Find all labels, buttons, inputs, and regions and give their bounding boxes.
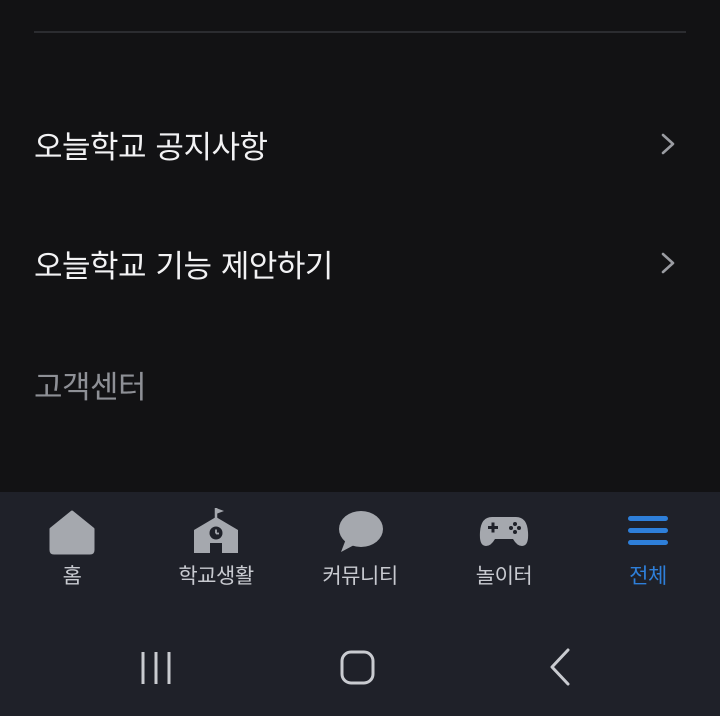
back-icon[interactable] bbox=[530, 646, 590, 690]
tab-playground[interactable]: 놀이터 bbox=[432, 506, 576, 596]
tab-label: 커뮤니티 bbox=[322, 564, 398, 588]
gamepad-icon bbox=[479, 517, 529, 546]
menu-item-notices[interactable]: 오늘학교 공지사항 bbox=[0, 104, 720, 184]
tab-label: 놀이터 bbox=[475, 564, 533, 588]
settings-screen: 오늘학교 공지사항 오늘학교 기능 제안하기 고객센터 홈 학교생활 커뮤니티 … bbox=[0, 0, 720, 716]
school-icon bbox=[194, 508, 238, 553]
tab-school-life[interactable]: 학교생활 bbox=[144, 506, 288, 596]
bottom-tab-bar: 홈 학교생활 커뮤니티 놀이터 전체 bbox=[0, 492, 720, 616]
menu-item-label: 오늘학교 기능 제안하기 bbox=[34, 248, 333, 285]
home-circle-icon[interactable] bbox=[328, 646, 388, 690]
tab-community[interactable]: 커뮤니티 bbox=[288, 506, 432, 596]
recents-icon[interactable] bbox=[126, 646, 186, 690]
chevron-right-icon bbox=[661, 133, 675, 155]
tab-label: 홈 bbox=[62, 564, 82, 588]
tab-label: 전체 bbox=[629, 564, 667, 588]
tab-home[interactable]: 홈 bbox=[0, 506, 144, 596]
tab-label: 학교생활 bbox=[178, 564, 254, 588]
divider bbox=[34, 31, 686, 33]
chevron-right-icon bbox=[661, 252, 675, 274]
menu-item-feature-request[interactable]: 오늘학교 기능 제안하기 bbox=[0, 223, 720, 303]
section-heading-customer-center: 고객센터 bbox=[34, 370, 147, 406]
home-icon bbox=[49, 510, 95, 555]
menu-icon bbox=[628, 516, 668, 545]
menu-item-label: 오늘학교 공지사항 bbox=[34, 129, 268, 166]
system-navigation-bar bbox=[0, 616, 720, 716]
chat-bubble-icon bbox=[339, 511, 383, 552]
tab-all[interactable]: 전체 bbox=[576, 506, 720, 596]
